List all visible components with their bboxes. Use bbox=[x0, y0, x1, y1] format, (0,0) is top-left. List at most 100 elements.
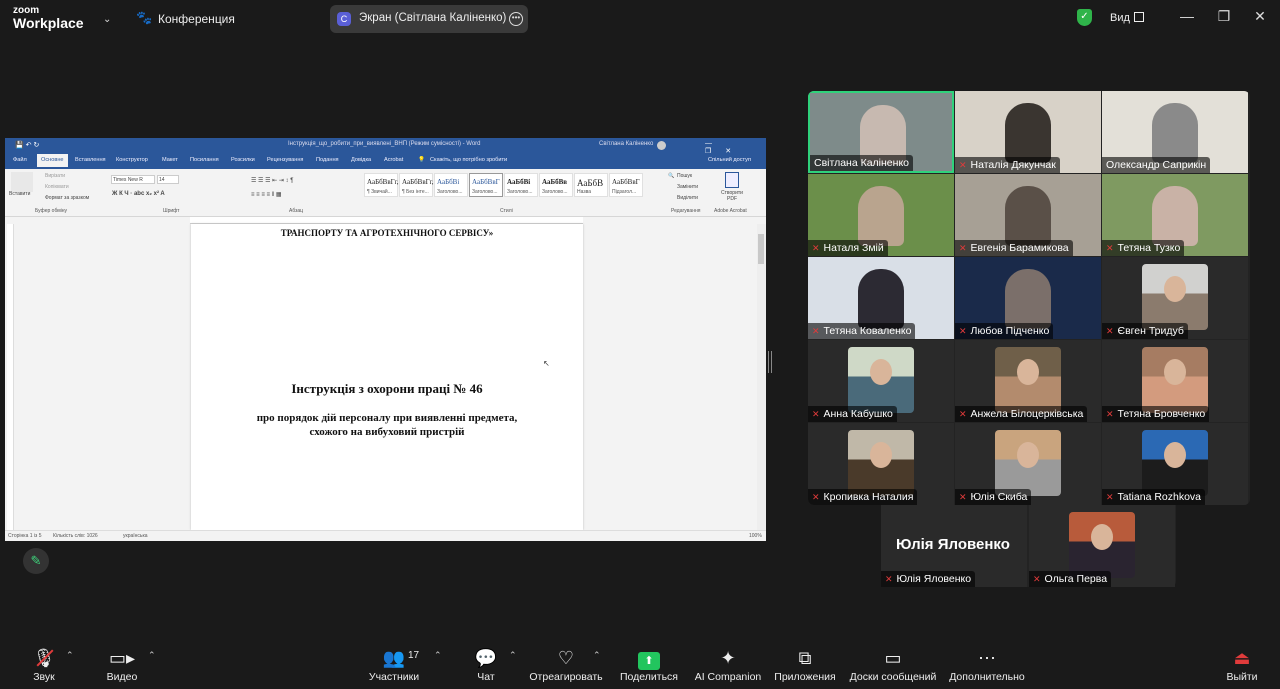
meeting-icon: 🐾 bbox=[136, 10, 153, 25]
grid-view-icon[interactable] bbox=[1134, 12, 1144, 22]
participant-tile[interactable]: ✕ Любов Підченко bbox=[955, 257, 1101, 339]
status-page: Сторінка 1 із 5 bbox=[8, 533, 42, 539]
mic-muted-icon: ✕ bbox=[1106, 492, 1114, 502]
participant-tile[interactable]: Олександр Саприкін bbox=[1102, 91, 1248, 173]
participant-name: ✕ Евгенія Барамикова bbox=[955, 240, 1073, 256]
participant-tile[interactable]: ✕ Тетяна Коваленко bbox=[808, 257, 954, 339]
document-line-top: ТРАНСПОРТУ ТА АГРОТЕХНІЧНОГО СЕРВІСУ» bbox=[280, 228, 494, 238]
react-options[interactable]: ⌃ bbox=[593, 637, 603, 689]
mic-muted-icon: ✕ bbox=[1033, 574, 1041, 584]
participant-tile[interactable]: Юлія Яловенко ✕ Юлія Яловенко bbox=[881, 505, 1027, 587]
participant-avatar bbox=[995, 430, 1061, 496]
tab-mailings: Розсилки bbox=[231, 157, 255, 163]
chevron-down-icon[interactable]: ⌄ bbox=[103, 14, 111, 25]
search-icon: 🔍 bbox=[668, 173, 675, 179]
participant-tile[interactable]: Світлана Каліненко bbox=[808, 91, 954, 173]
meeting-top-bar: zoom Workplace ⌄ 🐾 Конференция С Экран (… bbox=[0, 0, 1280, 38]
view-button[interactable]: Вид bbox=[1110, 12, 1130, 24]
share-screen-icon: ⬆ bbox=[638, 652, 660, 670]
word-ribbon: Вставити Вирізати Копіювати Формат за зр… bbox=[5, 169, 766, 217]
audio-options[interactable]: ⌃ bbox=[66, 637, 76, 689]
annotate-pen-icon[interactable]: ✎ bbox=[23, 548, 49, 574]
participant-name: ✕ Наталя Змій bbox=[808, 240, 888, 256]
style-normal: АаБбВвГг, ¶ Звичай... bbox=[364, 173, 399, 197]
participant-tile[interactable]: ✕ Кропивка Наталия bbox=[808, 423, 954, 505]
tab-layout: Макет bbox=[162, 157, 178, 163]
participant-name: ✕ Tatiana Rozhkova bbox=[1102, 489, 1206, 505]
participant-big-name: Юлія Яловенко bbox=[896, 536, 1010, 553]
participant-tile[interactable]: ✕ Наталя Змій bbox=[808, 174, 954, 256]
participants-button[interactable]: 👥 17 Участники bbox=[364, 637, 424, 689]
participant-gallery-extra: Юлія Яловенко ✕ Юлія Яловенко ✕ Ольга Перва bbox=[881, 505, 1176, 587]
paste-label: Вставити bbox=[9, 191, 31, 197]
paragraph-buttons: ☰ ☰ ☰ ⇤ ⇥ ↕ ¶ bbox=[251, 178, 294, 184]
share-button[interactable]: ⬆ Поделиться bbox=[614, 637, 684, 689]
mic-muted-icon: ✕ bbox=[1106, 326, 1114, 336]
video-options[interactable]: ⌃ bbox=[148, 637, 158, 689]
apps-button[interactable]: ⧉ Приложения bbox=[770, 637, 840, 689]
vertical-scrollbar bbox=[757, 224, 766, 530]
mic-muted-icon: ✕ bbox=[959, 409, 967, 419]
participant-tile[interactable]: ✕ Тетяна Бровченко bbox=[1102, 340, 1248, 422]
panel-splitter[interactable] bbox=[768, 351, 772, 373]
participant-tile[interactable]: ✕ Евгенія Барамикова bbox=[955, 174, 1101, 256]
participant-gallery: Світлана Каліненко ✕ Наталія Дякунчак Олекс… bbox=[808, 91, 1250, 505]
participants-count: 17 bbox=[408, 650, 420, 661]
select-label: Виділити bbox=[677, 195, 698, 201]
whiteboard-icon: ▭ bbox=[884, 648, 902, 668]
participant-name: ✕ Анжела Білоцерківська bbox=[955, 406, 1088, 422]
style-heading4: АаБбВв Заголово... bbox=[539, 173, 573, 197]
leave-button[interactable]: ⏏ Выйти bbox=[1222, 637, 1262, 689]
maximize-button[interactable]: ❐ bbox=[1214, 8, 1234, 25]
pdf-icon bbox=[725, 172, 739, 188]
zoom-logo-subtitle: Workplace bbox=[13, 15, 84, 31]
participant-video bbox=[1152, 103, 1198, 163]
apps-icon: ⧉ bbox=[798, 648, 812, 668]
chat-options[interactable]: ⌃ bbox=[509, 637, 519, 689]
chat-button[interactable]: 💬 Чат bbox=[466, 637, 506, 689]
mic-muted-icon: ✕ bbox=[812, 492, 820, 502]
participant-tile[interactable]: ✕ Юлія Скиба bbox=[955, 423, 1101, 505]
video-button[interactable]: ▭▸ Видео bbox=[98, 637, 146, 689]
paragraph-group: Абзац bbox=[289, 208, 304, 214]
participant-name: Світлана Каліненко bbox=[810, 155, 913, 171]
participant-name: ✕ Євген Тридуб bbox=[1102, 323, 1188, 339]
participant-tile[interactable]: ✕ Ольга Перва bbox=[1029, 505, 1175, 587]
ai-companion-button[interactable]: ✦ AI Companion bbox=[690, 637, 766, 689]
participant-name: ✕ Любов Підченко bbox=[955, 323, 1054, 339]
participant-tile[interactable]: ✕ Анна Кабушко bbox=[808, 340, 954, 422]
mic-muted-icon: ✕ bbox=[812, 409, 820, 419]
participant-tile[interactable]: ✕ Євген Тридуб bbox=[1102, 257, 1248, 339]
participant-avatar bbox=[1142, 347, 1208, 413]
mic-muted-icon: ✕ bbox=[885, 574, 893, 584]
style-no-spacing: АаБбВвГг, ¶ Без інте... bbox=[399, 173, 434, 197]
mic-muted-icon: ✕ bbox=[1106, 243, 1114, 253]
word-status-bar: Сторінка 1 із 5 Кількість слів: 1026 укр… bbox=[5, 530, 766, 541]
clipboard-group: Буфер обміну bbox=[35, 208, 68, 214]
participant-name: ✕ Ольга Перва bbox=[1029, 571, 1112, 587]
more-options-icon[interactable]: ••• bbox=[509, 12, 523, 26]
participant-tile[interactable]: ✕ Наталія Дякунчак bbox=[955, 91, 1101, 173]
participant-tile[interactable]: ✕ Tatiana Rozhkova bbox=[1102, 423, 1248, 505]
close-button[interactable]: ✕ bbox=[1250, 8, 1270, 25]
meeting-label[interactable]: Конференция bbox=[158, 12, 235, 26]
save-icon: 💾 ↶ ↻ bbox=[15, 142, 40, 149]
encryption-shield-icon[interactable]: ✓ bbox=[1077, 9, 1092, 26]
status-zoom: 100% bbox=[749, 533, 762, 539]
minimize-button[interactable]: — bbox=[1177, 8, 1197, 24]
participant-tile[interactable]: ✕ Тетяна Тузко bbox=[1102, 174, 1248, 256]
audio-button[interactable]: 🎙 Звук bbox=[20, 637, 68, 689]
more-icon: ⋯ bbox=[978, 648, 996, 668]
document-page: ТРАНСПОРТУ ТА АГРОТЕХНІЧНОГО СЕРВІСУ» Ін… bbox=[191, 224, 583, 530]
word-ribbon-tabs: Файл Основне Вставлення Конструктор Маке… bbox=[5, 153, 766, 169]
whiteboards-button[interactable]: ▭ Доски сообщений bbox=[848, 637, 938, 689]
participant-video bbox=[858, 269, 904, 329]
word-title-bar: 💾 ↶ ↻ Інструкція_що_робити_при_виявлені_… bbox=[5, 138, 766, 155]
styles-group: Стилі bbox=[500, 208, 513, 214]
tab-review: Рецензування bbox=[267, 157, 304, 163]
mic-muted-icon: ✕ bbox=[959, 243, 967, 253]
participant-tile[interactable]: ✕ Анжела Білоцерківська bbox=[955, 340, 1101, 422]
more-button[interactable]: ⋯ Дополнительно bbox=[946, 637, 1028, 689]
screen-share-indicator[interactable]: С Экран (Світлана Каліненко) ••• bbox=[330, 5, 528, 33]
participants-options[interactable]: ⌃ bbox=[434, 637, 444, 689]
